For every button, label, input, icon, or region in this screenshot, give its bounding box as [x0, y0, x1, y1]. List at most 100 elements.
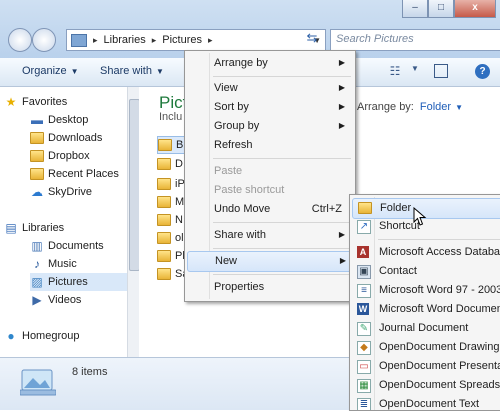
menu-label: OpenDocument Drawing [379, 341, 500, 353]
menu-label: View [214, 82, 238, 94]
shortcut-label: Ctrl+Z [311, 203, 342, 215]
journal-icon: ✎ [357, 322, 371, 336]
submenu-item-access-database[interactable]: A Microsoft Access Database [352, 243, 500, 262]
item-name: ol [175, 232, 184, 244]
submenu-item-journal[interactable]: ✎ Journal Document [352, 319, 500, 338]
menu-label: Microsoft Word 97 - 2003 Document [379, 284, 500, 296]
nav-label: Videos [48, 294, 82, 306]
menu-label: Journal Document [379, 322, 469, 334]
menu-separator [213, 248, 351, 249]
menu-label: Paste shortcut [214, 184, 285, 196]
submenu-item-od-spreadsheet[interactable]: ▦ OpenDocument Spreadsheet [352, 376, 500, 395]
nav-label: Pictures [48, 276, 88, 288]
list-item[interactable]: D [157, 156, 183, 172]
chevron-down-icon: ▼ [455, 103, 463, 112]
list-item[interactable]: iP [157, 176, 185, 192]
folder-icon [157, 178, 171, 190]
arrange-by[interactable]: Arrange by: Folder ▼ [357, 101, 463, 113]
folder-icon [157, 158, 171, 170]
submenu-arrow-icon: ▶ [338, 121, 345, 130]
contact-icon: ▣ [357, 265, 371, 279]
submenu-item-od-presentation[interactable]: ▭ OpenDocument Presentation [352, 357, 500, 376]
folder-icon [358, 202, 372, 214]
view-dropdown-icon[interactable]: ▼ [408, 64, 422, 78]
item-count: 8 items [72, 366, 108, 378]
item-name: N [175, 214, 183, 226]
menu-item-arrange-by[interactable]: Arrange by ▶ [187, 54, 352, 73]
list-item[interactable]: M [157, 194, 184, 210]
organize-label: Organize [22, 65, 67, 77]
search-placeholder: Search Pictures [336, 33, 414, 45]
share-with-button[interactable]: Share with ▼ [100, 65, 164, 77]
nav-libraries[interactable]: ▤ Libraries [4, 219, 131, 237]
nav-favorites[interactable]: ★ Favorites [4, 93, 131, 111]
menu-item-view[interactable]: View ▶ [187, 79, 352, 98]
submenu-item-od-drawing[interactable]: ◆ OpenDocument Drawing [352, 338, 500, 357]
list-item[interactable]: Pl [157, 248, 185, 264]
menu-item-group-by[interactable]: Group by ▶ [187, 117, 352, 136]
menu-label: Refresh [214, 139, 253, 151]
submenu-item-word-97-2003[interactable]: ≡ Microsoft Word 97 - 2003 Document [352, 281, 500, 300]
menu-separator [213, 158, 351, 159]
folder-icon [157, 250, 171, 262]
menu-separator [213, 76, 351, 77]
menu-label: Share with [214, 229, 266, 241]
breadcrumb-libraries[interactable]: Libraries [104, 34, 146, 46]
music-icon: ♪ [34, 257, 40, 271]
submenu-arrow-icon: ▶ [338, 83, 345, 92]
nav-label: Libraries [22, 222, 65, 234]
menu-item-share-with[interactable]: Share with ▶ [187, 226, 352, 245]
menu-label: OpenDocument Presentation [379, 360, 500, 372]
breadcrumb-pictures[interactable]: Pictures [162, 34, 202, 46]
menu-item-undo-move[interactable]: Undo Move Ctrl+Z [187, 200, 352, 219]
forward-button[interactable] [32, 28, 56, 52]
chevron-down-icon: ▼ [155, 67, 164, 76]
list-item[interactable]: N [157, 212, 183, 228]
change-view-icon[interactable]: ☷ [388, 64, 402, 78]
od-presentation-icon: ▭ [357, 360, 371, 374]
recent-places-icon [30, 168, 44, 180]
mouse-cursor-icon [413, 207, 427, 226]
address-bar[interactable]: ▸ Libraries ▸ Pictures ▸ ▼ [66, 29, 326, 51]
minimize-button[interactable]: – [402, 0, 428, 18]
desktop-icon: ▬ [31, 113, 43, 127]
od-drawing-icon: ◆ [357, 341, 371, 355]
share-with-label: Share with [100, 65, 152, 77]
menu-item-paste-shortcut: Paste shortcut [187, 181, 352, 200]
menu-item-properties[interactable]: Properties [187, 278, 352, 297]
arrange-by-value[interactable]: Folder [420, 101, 451, 113]
folder-icon [157, 196, 171, 208]
maximize-button[interactable]: □ [428, 0, 454, 18]
preview-pane-icon[interactable] [434, 64, 448, 78]
pictures-library-icon [20, 369, 56, 396]
refresh-icon[interactable]: ⇆ [302, 30, 322, 49]
folder-icon [158, 139, 172, 151]
menu-item-new[interactable]: New ▶ [187, 251, 354, 272]
window-controls: – □ x [402, 0, 496, 18]
breadcrumb-separator-icon: ▸ [93, 34, 98, 45]
nav-homegroup[interactable]: ● Homegroup [4, 327, 131, 345]
shortcut-icon: ↗ [357, 220, 371, 234]
nav-scrollbar[interactable] [127, 87, 140, 357]
menu-label: Sort by [214, 101, 249, 113]
submenu-arrow-icon: ▶ [339, 256, 346, 265]
search-input[interactable]: Search Pictures [330, 29, 500, 51]
submenu-item-contact[interactable]: ▣ Contact [352, 262, 500, 281]
menu-separator [213, 222, 351, 223]
nav-pictures[interactable]: ▨ Pictures [30, 273, 127, 291]
library-icon [71, 33, 87, 47]
list-item[interactable]: ol [157, 230, 184, 246]
navigation-pane: ★ Favorites ▬ Desktop Downloads Dropbox … [0, 87, 138, 357]
menu-label: Paste [214, 165, 243, 177]
close-button[interactable]: x [454, 0, 496, 18]
item-name: D [175, 158, 183, 170]
menu-item-sort-by[interactable]: Sort by ▶ [187, 98, 352, 117]
star-icon: ★ [5, 95, 17, 109]
menu-item-refresh[interactable]: Refresh [187, 136, 352, 155]
od-spreadsheet-icon: ▦ [357, 379, 371, 393]
back-button[interactable] [8, 28, 32, 52]
organize-button[interactable]: Organize ▼ [22, 65, 79, 77]
library-subtitle[interactable]: Inclu [159, 111, 182, 123]
help-icon[interactable]: ? [475, 64, 490, 79]
submenu-item-word-document[interactable]: W Microsoft Word Document [352, 300, 500, 319]
